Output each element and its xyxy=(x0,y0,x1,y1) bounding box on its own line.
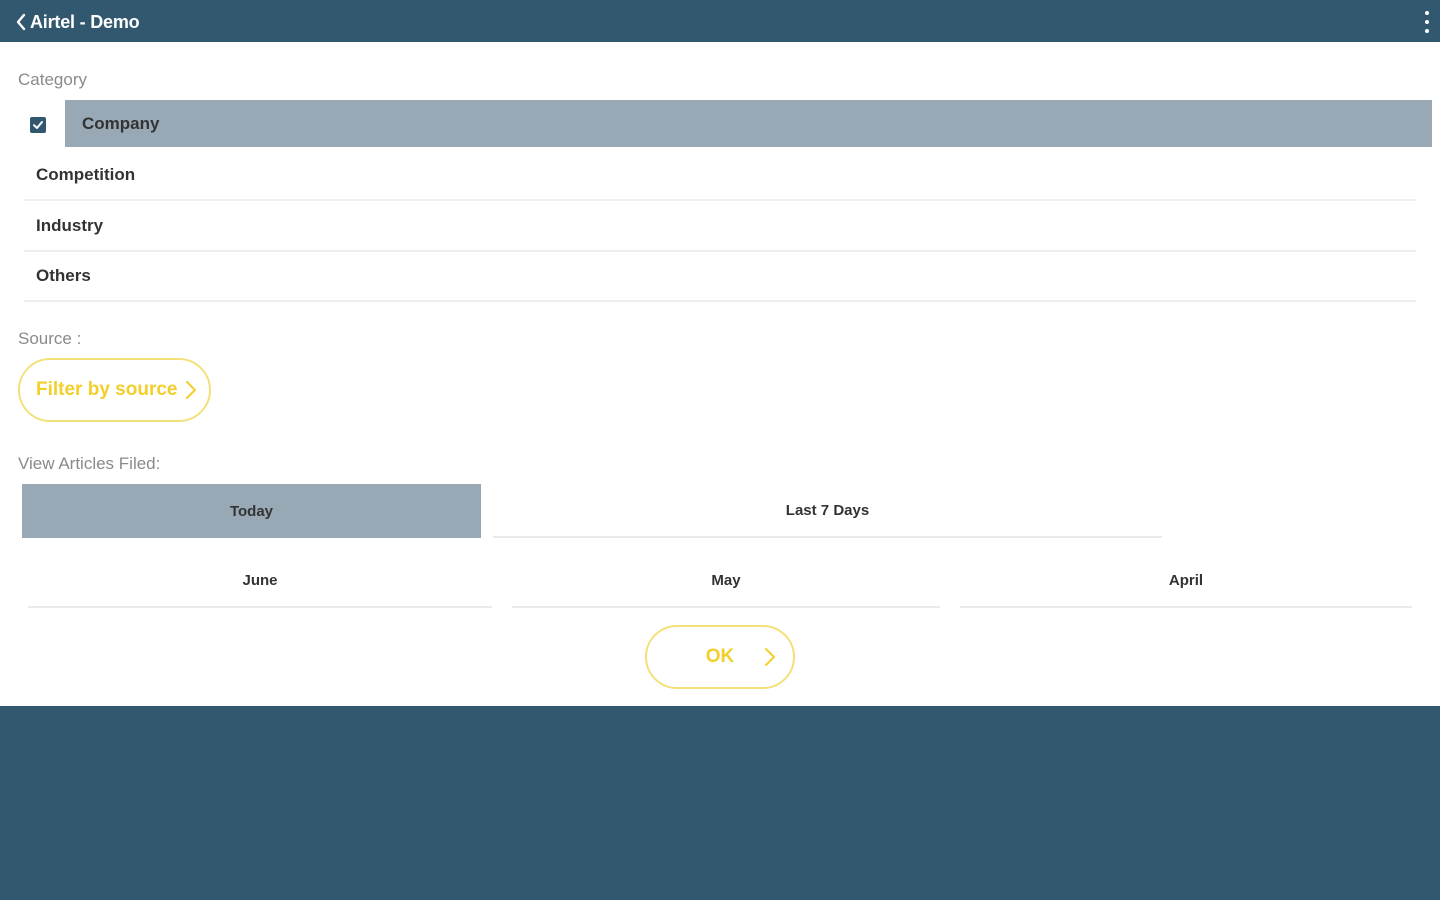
tab-label: Last 7 Days xyxy=(785,501,870,519)
tab-label: Today xyxy=(229,502,274,520)
checkbox-checked-icon[interactable] xyxy=(30,117,46,133)
back-button[interactable]: Airtel - Demo xyxy=(14,10,140,34)
more-vertical-icon[interactable] xyxy=(1422,11,1432,33)
filter-by-source-button[interactable]: Filter by source xyxy=(18,358,211,422)
tab-label: June xyxy=(242,571,278,589)
chevron-right-icon xyxy=(185,381,196,399)
category-item-others[interactable]: Others xyxy=(24,251,1416,302)
app-toolbar: Airtel - Demo xyxy=(0,0,1440,42)
category-item-label: Industry xyxy=(36,215,104,235)
category-item-label: Competition xyxy=(36,164,136,184)
tab-today[interactable]: Today xyxy=(22,484,481,538)
chevron-right-icon xyxy=(765,648,775,666)
chevron-left-icon xyxy=(16,13,26,31)
tab-label: April xyxy=(1168,571,1204,589)
filter-by-source-label: Filter by source xyxy=(36,379,178,400)
category-item-company[interactable]: Company xyxy=(24,100,1432,151)
selected-row-highlight: Company xyxy=(65,100,1432,147)
category-item-label: Others xyxy=(36,265,91,285)
category-item-label: Company xyxy=(82,113,160,133)
tab-june[interactable]: June xyxy=(28,554,492,608)
tab-april[interactable]: April xyxy=(960,554,1412,608)
filter-panel: Category Company Competition Industry Ot… xyxy=(0,42,1440,706)
category-item-industry[interactable]: Industry xyxy=(24,201,1416,252)
tab-may[interactable]: May xyxy=(512,554,940,608)
tab-label: May xyxy=(711,571,741,589)
view-articles-label: View Articles Filed: xyxy=(18,454,161,473)
category-label: Category xyxy=(18,70,87,89)
tab-last-7-days[interactable]: Last 7 Days xyxy=(493,484,1162,538)
category-item-competition[interactable]: Competition xyxy=(24,150,1416,201)
ok-label: OK xyxy=(705,646,735,667)
app-title: Airtel - Demo xyxy=(30,11,140,32)
ok-button[interactable]: OK xyxy=(645,625,795,689)
source-label: Source : xyxy=(18,329,82,348)
